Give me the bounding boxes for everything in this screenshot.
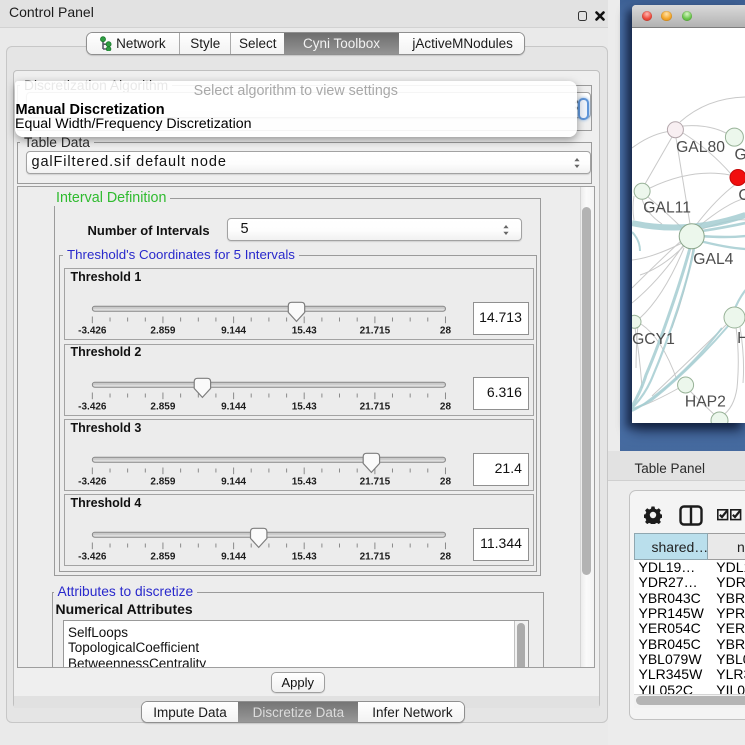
svg-text:2.859: 2.859 bbox=[150, 326, 175, 337]
svg-text:21.715: 21.715 bbox=[360, 401, 391, 412]
svg-text:15.43: 15.43 bbox=[292, 326, 317, 337]
svg-text:H: H bbox=[737, 330, 745, 347]
svg-text:GCY1: GCY1 bbox=[632, 331, 675, 348]
svg-text:GA: GA bbox=[734, 147, 745, 164]
svg-text:HAP2: HAP2 bbox=[684, 394, 725, 411]
svg-text:C: C bbox=[738, 187, 745, 204]
svg-text:-3.426: -3.426 bbox=[78, 552, 107, 563]
svg-text:28: 28 bbox=[440, 476, 452, 487]
svg-text:9.144: 9.144 bbox=[221, 401, 246, 412]
svg-text:9.144: 9.144 bbox=[221, 476, 246, 487]
svg-text:-3.426: -3.426 bbox=[78, 401, 107, 412]
svg-text:9.144: 9.144 bbox=[221, 552, 246, 563]
svg-text:2.859: 2.859 bbox=[150, 552, 175, 563]
svg-text:GAL4: GAL4 bbox=[693, 251, 733, 268]
svg-text:28: 28 bbox=[440, 326, 452, 337]
svg-text:21.715: 21.715 bbox=[360, 552, 391, 563]
svg-text:2.859: 2.859 bbox=[150, 476, 175, 487]
svg-text:15.43: 15.43 bbox=[292, 476, 317, 487]
svg-text:15.43: 15.43 bbox=[292, 401, 317, 412]
svg-text:28: 28 bbox=[440, 552, 452, 563]
svg-text:21.715: 21.715 bbox=[360, 476, 391, 487]
svg-text:28: 28 bbox=[440, 401, 452, 412]
svg-text:-3.426: -3.426 bbox=[78, 326, 107, 337]
svg-text:2.859: 2.859 bbox=[150, 401, 175, 412]
svg-text:-3.426: -3.426 bbox=[78, 476, 107, 487]
svg-text:15.43: 15.43 bbox=[292, 552, 317, 563]
svg-text:GAL11: GAL11 bbox=[643, 200, 691, 217]
svg-text:21.715: 21.715 bbox=[360, 326, 391, 337]
svg-text:9.144: 9.144 bbox=[221, 326, 246, 337]
svg-text:GAL80: GAL80 bbox=[676, 139, 725, 156]
